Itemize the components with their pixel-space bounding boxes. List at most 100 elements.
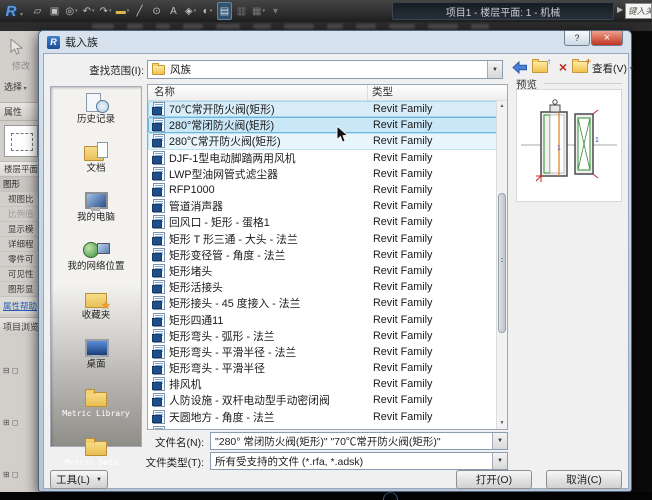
type-selector[interactable] (4, 125, 38, 157)
ribbon-tab-blob (183, 24, 203, 29)
tag-icon[interactable]: ⊙ (149, 2, 164, 20)
file-row[interactable]: 矩形活接头 Revit Family (148, 279, 507, 295)
places-bar-item[interactable]: 收藏夹 (51, 289, 141, 334)
file-row[interactable]: 280℃常开防火阀(矩形) Revit Family (148, 133, 507, 149)
switch-windows-icon[interactable]: ▦ (251, 2, 266, 20)
property-row[interactable]: 可见性 (0, 267, 42, 282)
file-type-cell: Revit Family (373, 152, 432, 164)
places-bar-item[interactable]: 我的电脑 (51, 191, 141, 236)
view-menu-button[interactable]: 查看(V) (592, 61, 632, 76)
file-row[interactable] (148, 425, 507, 430)
file-row[interactable]: 矩形四通11 Revit Family (148, 311, 507, 327)
chevron-down-icon[interactable]: ▼ (492, 453, 507, 469)
back-icon[interactable] (510, 61, 528, 74)
tree-node-icon[interactable]: ⊞ ◻ (3, 468, 42, 481)
tools-button[interactable]: 工具(L) ▼ (50, 470, 108, 489)
file-row[interactable]: 回风口 - 矩形 - 蛋格1 Revit Family (148, 214, 507, 230)
default-3d-view-icon[interactable]: ◈ (183, 2, 198, 20)
places-bar-item[interactable]: 桌面 (51, 338, 141, 383)
file-row[interactable]: 280°常闭防火阀(矩形) Revit Family (148, 117, 507, 133)
toolbar-more-icon[interactable]: ▾ (268, 2, 283, 20)
vertical-scrollbar[interactable]: ▲ ▼ (496, 101, 507, 429)
file-row[interactable]: DJF-1型电动脚踏两用风机 Revit Family (148, 150, 507, 166)
title-expand-icon[interactable]: ▶ (617, 5, 623, 14)
delete-icon[interactable]: × (556, 61, 570, 73)
undo-icon[interactable]: ↶ (81, 2, 96, 20)
property-row[interactable]: 图形 (0, 177, 42, 192)
search-input[interactable]: 键入关键 (625, 3, 652, 19)
file-row[interactable]: 70℃常开防火阀(矩形) Revit Family (148, 101, 507, 117)
property-row[interactable]: 零件可 (0, 252, 42, 267)
measure-icon[interactable]: ╱ (132, 2, 147, 20)
file-row[interactable]: 排风机 Revit Family (148, 376, 507, 392)
favorites-icon (82, 289, 110, 309)
open-icon[interactable]: ▱ (30, 2, 45, 20)
properties-help-link[interactable]: 属性帮助 (0, 297, 42, 314)
revit-logo-icon[interactable]: R (0, 0, 22, 22)
scrollbar-thumb[interactable] (498, 193, 506, 333)
file-row[interactable]: 矩形变径管 - 角度 - 法兰 Revit Family (148, 247, 507, 263)
close-button[interactable]: × (591, 31, 623, 46)
file-type-cell: Revit Family (373, 135, 432, 147)
view-type-row[interactable]: 楼层平面 (0, 161, 42, 177)
file-row[interactable]: 矩形弯头 - 平滑半径 Revit Family (148, 360, 507, 376)
tree-node-icon[interactable]: ⊟ ◻ (3, 364, 42, 377)
file-name-cell: 矩形 T 形三通 - 大头 - 法兰 (169, 231, 363, 247)
up-one-level-icon[interactable]: ↑ (532, 61, 548, 73)
sync-icon[interactable]: ◎ (64, 2, 79, 20)
modify-label[interactable]: 修改 (0, 59, 42, 72)
file-row[interactable]: 人防设施 - 双杆电动型手动密闭阀 Revit Family (148, 392, 507, 408)
file-name-cell: 矩形弯头 - 平滑半径 - 法兰 (169, 344, 363, 360)
select-dropdown[interactable]: 选择 (4, 80, 42, 93)
tree-node-icon[interactable]: ⊞ ◻ (3, 416, 42, 429)
create-new-folder-icon[interactable]: + (572, 61, 588, 73)
file-row[interactable]: RFP1000 Revit Family (148, 182, 507, 198)
file-row[interactable]: 矩形弯头 - 平滑半径 - 法兰 Revit Family (148, 344, 507, 360)
file-name-combobox[interactable]: "280° 常闭防火阀(矩形)" "70℃常开防火阀(矩形)" ▼ (210, 432, 508, 450)
chevron-down-icon[interactable]: ▼ (492, 433, 507, 449)
rfa-file-icon (153, 329, 165, 343)
project-browser-tree[interactable]: ⊟ ◻ ⊞ ◻ ⊞ ◻ ▦ ▤ ⊞ ▭ ⊞ ◎ (0, 335, 42, 500)
file-type-cell: Revit Family (373, 265, 432, 277)
project-browser-header[interactable]: 项目浏览 (0, 317, 42, 335)
property-row[interactable]: 图形显 (0, 282, 42, 297)
file-row[interactable]: 矩形接头 - 45 度接入 - 法兰 Revit Family (148, 295, 507, 311)
help-button[interactable]: ? (564, 31, 590, 46)
text-icon[interactable]: A (166, 2, 181, 20)
logo-caret-icon[interactable]: ▾ (20, 11, 23, 18)
chevron-down-icon[interactable]: ▼ (487, 61, 502, 78)
rfa-file-icon (153, 296, 165, 310)
close-hidden-windows-icon[interactable]: ▥ (234, 2, 249, 20)
column-header-name[interactable]: 名称 (148, 85, 368, 100)
property-row[interactable]: 详细程 (0, 237, 42, 252)
redo-icon[interactable]: ↷ (98, 2, 113, 20)
thin-lines-icon[interactable]: ▤ (217, 2, 232, 20)
dimension-icon[interactable]: ▬ (115, 2, 130, 20)
column-header-type[interactable]: 类型 (368, 85, 507, 100)
file-type-cell: Revit Family (373, 281, 432, 293)
property-row[interactable]: 视图比 (0, 192, 42, 207)
section-icon[interactable]: ◐ (200, 2, 215, 20)
places-bar-item[interactable]: Metric Library (51, 387, 141, 432)
places-bar-item[interactable]: 历史记录 (51, 93, 141, 138)
file-name-cell: 280°常闭防火阀(矩形) (169, 117, 363, 133)
open-button[interactable]: 打开(O) (456, 470, 532, 489)
places-bar-item[interactable]: 我的网络位置 (51, 240, 141, 285)
file-row[interactable]: 管道消声器 Revit Family (148, 198, 507, 214)
rfa-file-icon (153, 102, 165, 116)
file-row[interactable]: 矩形 T 形三通 - 大头 - 法兰 Revit Family (148, 231, 507, 247)
look-in-combobox[interactable]: 风族 ▼ (147, 60, 503, 79)
file-row[interactable]: 矩形弯头 - 弧形 - 法兰 Revit Family (148, 328, 507, 344)
file-type-combobox[interactable]: 所有受支持的文件 (*.rfa, *.adsk) ▼ (210, 452, 508, 470)
property-row[interactable]: 比例值 (0, 207, 42, 222)
cancel-button[interactable]: 取消(C) (546, 470, 622, 489)
save-icon[interactable]: ▣ (47, 2, 62, 20)
dialog-titlebar[interactable]: R 载入族 ? × (39, 31, 631, 53)
scroll-up-icon[interactable]: ▲ (497, 101, 507, 112)
places-bar-item[interactable]: 文档 (51, 142, 141, 187)
file-row[interactable]: 天圆地方 - 角度 - 法兰 Revit Family (148, 409, 507, 425)
file-row[interactable]: LWP型油网管式滤尘器 Revit Family (148, 166, 507, 182)
property-row[interactable]: 显示模 (0, 222, 42, 237)
file-row[interactable]: 矩形堵头 Revit Family (148, 263, 507, 279)
scroll-down-icon[interactable]: ▼ (497, 418, 507, 429)
